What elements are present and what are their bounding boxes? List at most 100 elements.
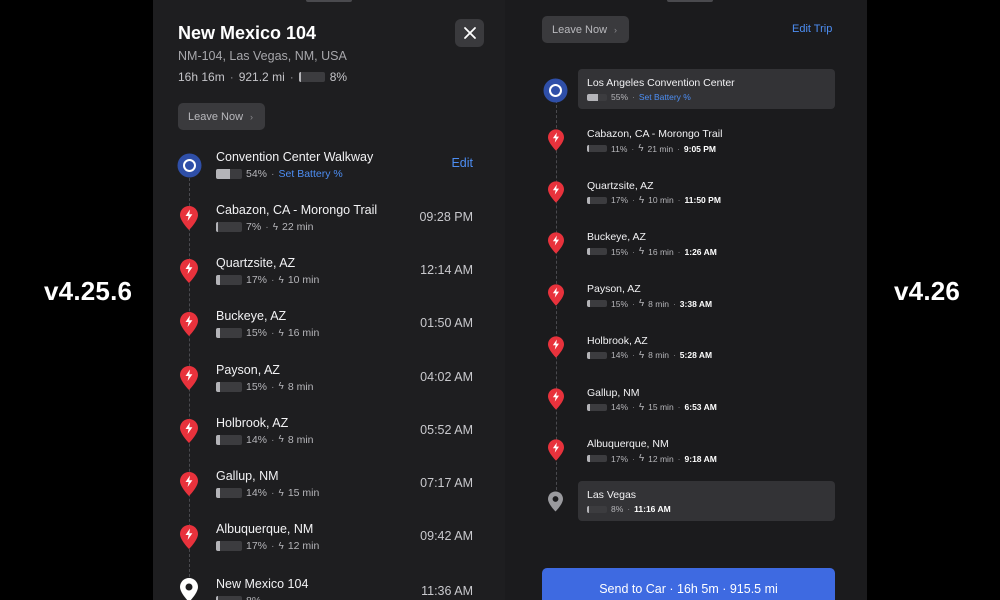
charger-pin-icon [180, 418, 198, 443]
charger-pin-icon [180, 259, 198, 284]
destination-pin-icon [548, 491, 563, 512]
arrival-battery: 8% [329, 70, 348, 84]
trip-title: New Mexico 104 [178, 23, 317, 43]
battery-icon [587, 145, 607, 152]
set-battery-link[interactable]: Set Battery % [279, 168, 343, 180]
edit-trip-button[interactable]: Edit Trip [792, 23, 832, 35]
destination-pin-icon [180, 578, 198, 600]
charger-pin-icon [548, 129, 564, 151]
arrival-time: 9:05 PM [683, 143, 717, 154]
bolt-icon: ϟ [638, 194, 645, 206]
origin-card [578, 69, 835, 109]
destination-name: Las Vegas [587, 489, 637, 501]
close-button[interactable] [455, 19, 484, 47]
bolt-icon: ϟ [638, 401, 645, 413]
battery-icon [216, 275, 242, 286]
bolt-icon: ϟ [278, 540, 284, 552]
send-to-car-button[interactable]: Send to Car · 16h 5m · 915.5 mi [542, 568, 835, 600]
stop-name: Buckeye, AZ [216, 309, 287, 324]
bolt-icon: ϟ [278, 381, 284, 393]
leave-now-button[interactable]: Leave Now › [178, 103, 265, 130]
close-icon [463, 27, 476, 39]
trip-address: NM-104, Las Vegas, NM, USA [178, 49, 347, 63]
battery-icon [216, 596, 242, 600]
arrival-time: 9:18 AM [684, 453, 717, 464]
battery-icon [587, 403, 607, 411]
battery-icon [587, 300, 607, 308]
charger-pin-icon [180, 525, 198, 550]
arrival-time: 11:50 PM [684, 195, 721, 206]
stop-name: Gallup, NM [216, 469, 279, 483]
bolt-icon: ϟ [638, 246, 645, 258]
origin-circle-icon [177, 153, 202, 178]
stop-name: Payson, AZ [216, 362, 280, 377]
set-battery-link[interactable]: Set Battery % [639, 92, 691, 102]
charger-pin-icon [548, 387, 564, 410]
charger-pin-icon [548, 181, 564, 203]
bolt-icon: ϟ [278, 274, 284, 286]
trip-distance: 921.2 mi [238, 70, 285, 84]
battery-icon [587, 455, 607, 463]
chevron-right-icon: › [250, 111, 254, 122]
arrival-time: 09:42 AM [420, 529, 473, 544]
trip-panel-old: New Mexico 104 NM-104, Las Vegas, NM, US… [153, 0, 505, 600]
charger-pin-icon [180, 472, 198, 496]
stop-name: Cabazon, CA - Morongo Trail [216, 203, 378, 217]
battery-icon [216, 328, 242, 339]
chevron-right-icon: › [614, 24, 618, 35]
destination-name: New Mexico 104 [216, 577, 309, 591]
stop-name: Buckeye, AZ [587, 231, 646, 244]
arrival-time: 09:28 PM [419, 210, 473, 224]
charger-pin-icon [548, 439, 564, 461]
battery-icon [216, 541, 242, 552]
bolt-icon: ϟ [278, 434, 284, 446]
leave-now-button[interactable]: Leave Now › [542, 16, 629, 43]
stop-name: Gallup, NM [587, 386, 640, 399]
arrival-time: 5:28 AM [679, 350, 713, 361]
bolt-icon: ϟ [638, 453, 645, 465]
trip-panel-new: Leave Now › Edit Trip Los Angeles Convent… [505, 0, 867, 600]
arrival-time: 11:16 AM [634, 504, 671, 514]
charger-pin-icon [548, 284, 564, 306]
bolt-icon: ϟ [638, 349, 645, 361]
arrival-time: 3:38 AM [679, 298, 713, 309]
stop-name: Quartzsite, AZ [587, 179, 654, 192]
destination-card [578, 481, 835, 521]
origin-name: Los Angeles Convention Center [587, 77, 735, 89]
bolt-icon: ϟ [638, 143, 644, 154]
version-label-right: v4.26 [894, 276, 961, 306]
charger-pin-icon [180, 365, 198, 390]
stop-name: Albuquerque, NM [587, 438, 669, 451]
origin-name: Convention Center Walkway [216, 150, 374, 164]
battery-icon [587, 93, 607, 101]
battery-icon [587, 505, 607, 513]
charger-pin-icon [548, 232, 564, 255]
battery-icon [216, 222, 242, 232]
battery-icon [298, 72, 325, 82]
version-label-left: v4.25.6 [44, 276, 133, 306]
battery-icon [587, 196, 607, 204]
stop-name: Quartzsite, AZ [216, 256, 296, 271]
drag-handle[interactable] [306, 0, 352, 2]
bolt-icon: ϟ [278, 487, 284, 499]
bolt-icon: ϟ [278, 327, 284, 339]
charger-pin-icon [548, 336, 564, 358]
arrival-time: 1:26 AM [684, 246, 717, 257]
battery-icon [216, 169, 242, 179]
stop-name: Cabazon, CA - Morongo Trail [587, 128, 723, 140]
battery-icon [587, 351, 607, 359]
charger-pin-icon [180, 312, 198, 337]
battery-icon [587, 248, 607, 256]
trip-duration: 16h 16m [178, 70, 225, 84]
arrival-time: 04:02 AM [420, 369, 473, 384]
origin-circle-icon [543, 78, 568, 103]
bolt-icon: ϟ [638, 298, 645, 310]
charger-pin-icon [180, 206, 198, 230]
stop-name: Payson, AZ [587, 283, 641, 296]
trip-stats: 16h 16m · 921.2 mi · 8% [178, 70, 348, 84]
drag-handle[interactable] [667, 0, 713, 2]
arrival-time: 11:36 AM [421, 584, 473, 598]
arrival-time: 07:17 AM [420, 476, 473, 490]
battery-icon [216, 488, 242, 498]
edit-button[interactable]: Edit [451, 156, 473, 170]
